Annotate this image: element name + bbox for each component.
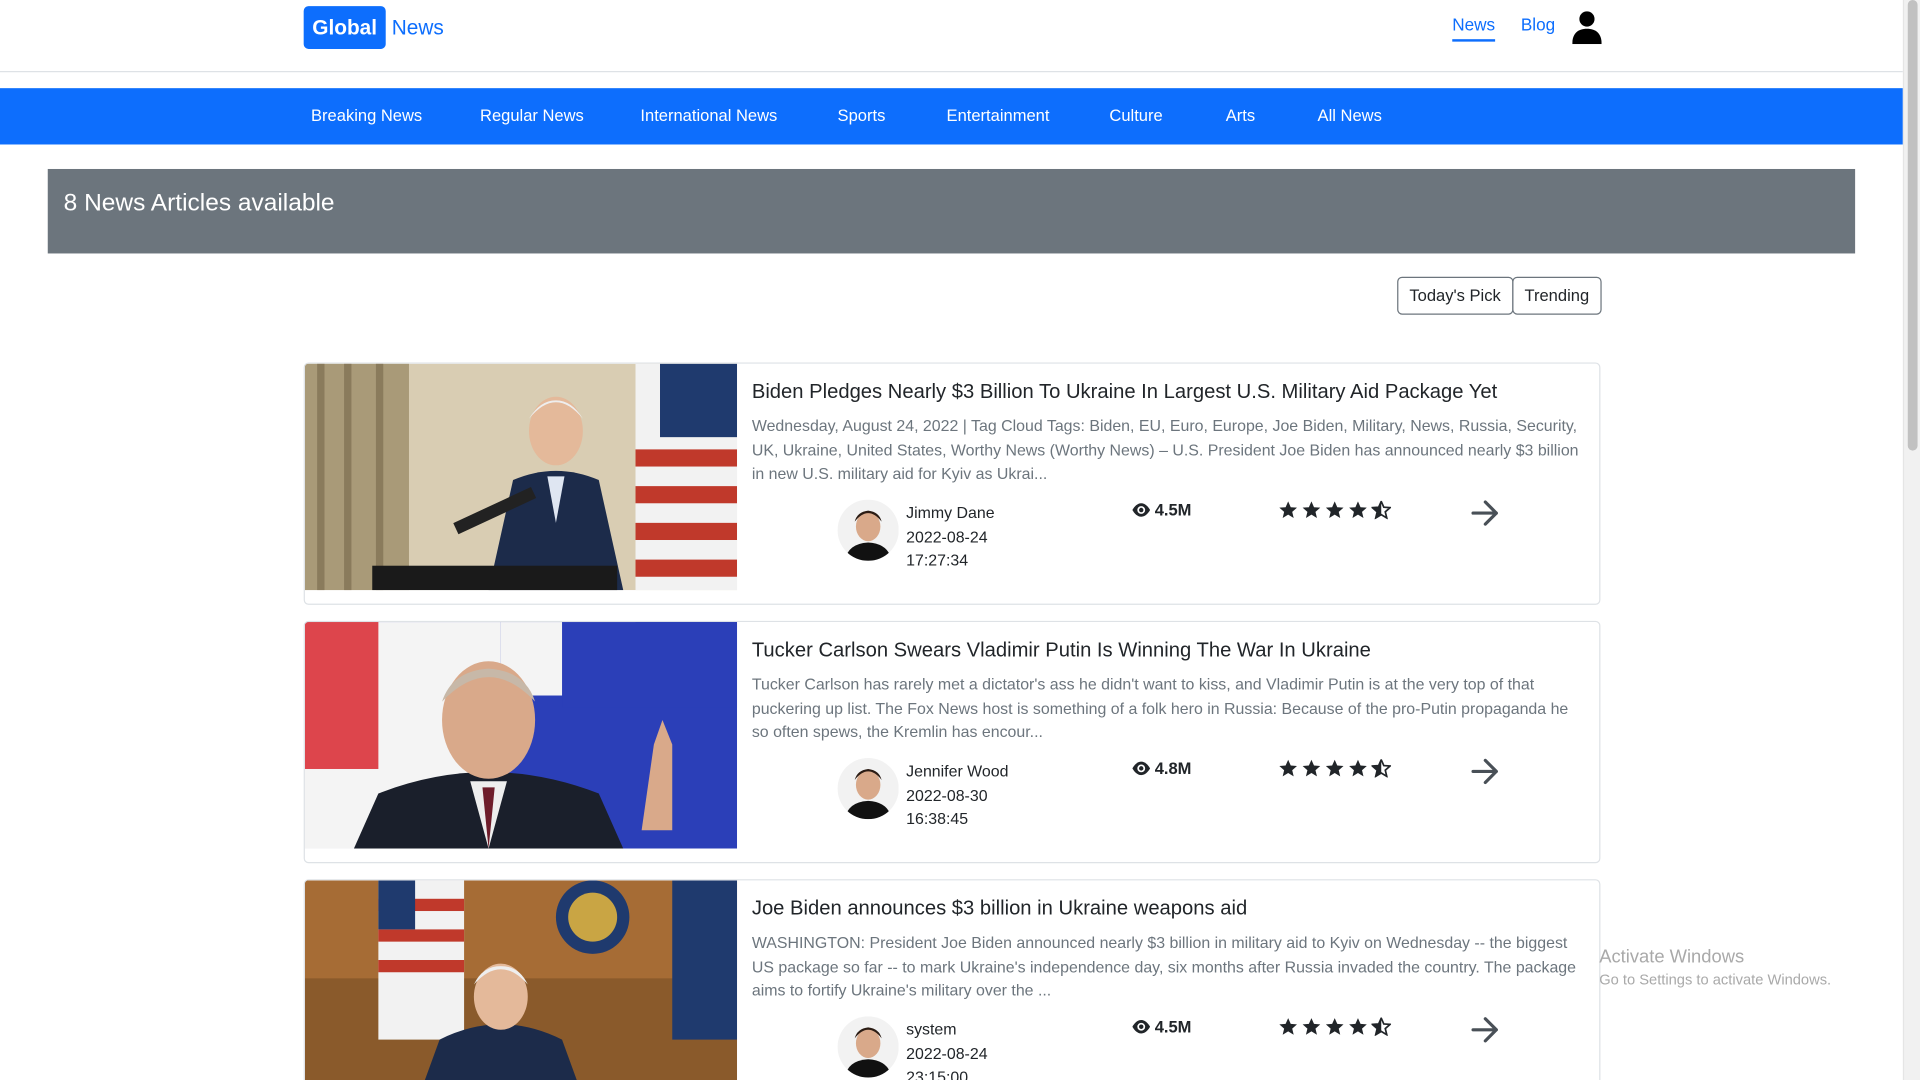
articles-count-text: 8 News Articles available	[63, 189, 335, 217]
article-description: Wednesday, August 24, 2022 | Tag Cloud T…	[751, 416, 1579, 483]
article-image[interactable]	[304, 880, 738, 1080]
star-icon	[1349, 1018, 1367, 1035]
author-name: Jimmy Dane	[906, 503, 995, 522]
star-rating	[1278, 500, 1394, 520]
star-half-icon	[1371, 1017, 1392, 1036]
category-entertainment[interactable]: Entertainment	[947, 88, 1050, 144]
author-name: Jennifer Wood	[906, 761, 1009, 781]
user-icon[interactable]	[1572, 10, 1602, 45]
article-card: Joe Biden announces $3 billion in Ukrain…	[303, 879, 1601, 1080]
article-image[interactable]	[304, 363, 738, 591]
views-count: 4.5M	[1131, 501, 1191, 519]
author-info: Jennifer Wood 2022-08-30 16:38:45	[906, 759, 1008, 831]
article-time: 16:38:45	[906, 809, 969, 828]
category-international-news[interactable]: International News	[640, 88, 777, 144]
article-title[interactable]: Joe Biden announces $3 billion in Ukrain…	[752, 898, 1247, 921]
article-date: 2022-08-24	[906, 527, 988, 546]
nav-link-blog[interactable]: Blog	[1521, 15, 1555, 39]
category-arts[interactable]: Arts	[1226, 88, 1255, 144]
star-icon	[1325, 501, 1344, 518]
author-avatar	[837, 1016, 899, 1078]
logo-text: News	[391, 15, 444, 39]
category-all-news[interactable]: All News	[1318, 88, 1382, 144]
star-icon	[1302, 759, 1321, 777]
article-image[interactable]	[304, 622, 738, 849]
arrow-right-icon[interactable]	[1471, 500, 1500, 527]
star-rating	[1278, 759, 1394, 778]
article-title[interactable]: Biden Pledges Nearly $3 Billion To Ukrai…	[752, 381, 1497, 404]
article-time: 17:27:34	[906, 551, 969, 570]
articles-count-banner: 8 News Articles available	[47, 168, 1856, 254]
star-icon	[1325, 1018, 1344, 1035]
nav-link-news[interactable]: News	[1452, 15, 1496, 42]
author-info: Jimmy Dane 2022-08-24 17:27:34	[906, 501, 994, 573]
article-time: 23:15:00	[906, 1067, 969, 1080]
scrollbar-thumb[interactable]	[1907, 0, 1918, 451]
eye-icon	[1132, 1020, 1151, 1034]
author-avatar	[837, 499, 899, 561]
star-half-icon	[1371, 500, 1392, 520]
category-nav: Breaking News Regular News International…	[0, 88, 1903, 145]
star-icon	[1325, 759, 1344, 777]
author-avatar	[837, 757, 899, 820]
trending-button[interactable]: Trending	[1512, 276, 1602, 315]
star-half-icon	[1371, 759, 1392, 778]
article-card: Biden Pledges Nearly $3 Billion To Ukrai…	[303, 362, 1601, 605]
category-culture[interactable]: Culture	[1109, 88, 1162, 144]
site-logo[interactable]: Global News	[303, 6, 444, 49]
views-value: 4.5M	[1154, 1017, 1192, 1036]
views-count: 4.8M	[1131, 759, 1192, 778]
star-icon	[1349, 501, 1367, 518]
author-info: system 2022-08-24 23:15:00	[906, 1018, 987, 1080]
article-card: Tucker Carlson Swears Vladimir Putin Is …	[303, 620, 1601, 864]
star-icon	[1302, 501, 1321, 518]
activate-windows-title: Activate Windows	[1599, 946, 1745, 968]
star-icon	[1302, 1018, 1321, 1035]
article-description: Tucker Carlson has rarely met a dictator…	[751, 674, 1569, 742]
views-value: 4.5M	[1154, 500, 1192, 520]
category-regular-news[interactable]: Regular News	[480, 88, 584, 144]
eye-icon	[1132, 503, 1151, 517]
todays-pick-button[interactable]: Today's Pick	[1397, 276, 1514, 315]
category-breaking-news[interactable]: Breaking News	[311, 88, 422, 144]
star-icon	[1279, 1018, 1297, 1035]
views-count: 4.5M	[1131, 1018, 1191, 1036]
arrow-right-icon[interactable]	[1471, 1016, 1500, 1043]
activate-windows-subtitle: Go to Settings to activate Windows.	[1599, 971, 1832, 989]
views-value: 4.8M	[1154, 759, 1192, 778]
site-header: Global News News Blog	[0, 0, 1903, 73]
article-description: WASHINGTON: President Joe Biden announce…	[751, 933, 1577, 1000]
page-scrollbar[interactable]	[1902, 0, 1920, 1080]
star-rating	[1278, 1017, 1394, 1036]
top-nav: News Blog	[1452, 15, 1581, 42]
logo-box-text: Global	[303, 6, 386, 49]
arrow-right-icon[interactable]	[1471, 758, 1500, 785]
author-name: system	[906, 1020, 957, 1039]
activate-windows-watermark: Activate Windows Go to Settings to activ…	[1599, 947, 1831, 989]
article-date: 2022-08-30	[906, 785, 988, 804]
article-date: 2022-08-24	[906, 1044, 988, 1063]
eye-icon	[1132, 761, 1151, 776]
star-icon	[1279, 759, 1297, 777]
star-icon	[1349, 759, 1367, 777]
category-sports[interactable]: Sports	[838, 88, 886, 144]
article-title[interactable]: Tucker Carlson Swears Vladimir Putin Is …	[752, 639, 1371, 662]
star-icon	[1279, 501, 1297, 518]
